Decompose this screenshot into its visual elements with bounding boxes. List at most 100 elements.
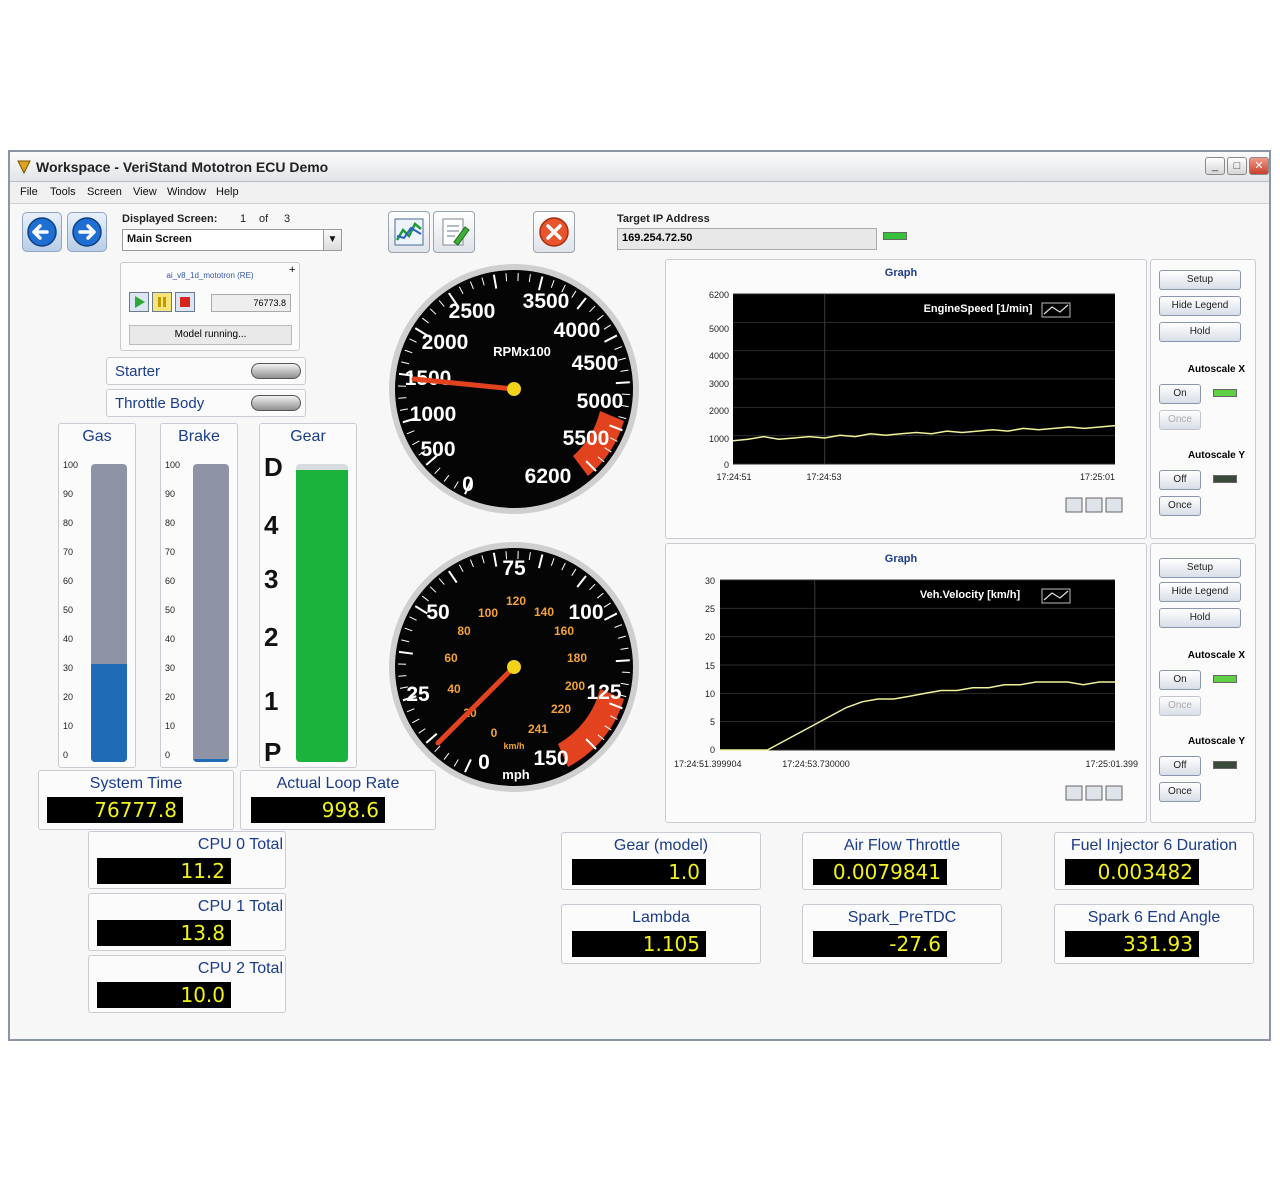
cpu-panel: CPU 2 Total 10.0 — [88, 955, 286, 1013]
y-tick: 5 — [710, 717, 715, 727]
cpu-label: CPU 1 Total — [197, 898, 283, 915]
zoom-tool-icon[interactable] — [1065, 785, 1083, 801]
gas-slider-track[interactable] — [91, 464, 127, 762]
indicator-value: 0.0079841 — [813, 859, 947, 885]
indicator-label: Spark 6 End Angle — [1087, 909, 1221, 926]
speedo-mph-150: 150 — [533, 747, 568, 770]
autoscale-y-once-button[interactable]: Once — [1159, 782, 1201, 802]
setup-button[interactable]: Setup — [1159, 558, 1241, 578]
zoom-tool-icon[interactable] — [1065, 497, 1083, 513]
y-tick: 0 — [710, 745, 715, 755]
gas-tick: 90 — [63, 489, 74, 499]
brake-slider-panel: Brake 100 90 80 70 60 50 40 30 20 10 0 — [160, 423, 238, 768]
pan-tool-icon[interactable] — [1085, 497, 1103, 513]
gear-indicator-panel: Gear D 4 3 2 1 P — [259, 423, 357, 768]
menu-tools[interactable]: Tools — [50, 186, 76, 198]
indicator-label: Fuel Injector 6 Duration — [1070, 837, 1238, 854]
minimize-button[interactable]: _ — [1205, 157, 1225, 175]
close-window-button[interactable]: ✕ — [1249, 157, 1269, 175]
gear-pos-d: D — [264, 452, 283, 482]
gear-bar-fill — [296, 469, 348, 762]
y-tick: 0 — [724, 460, 729, 470]
speedo-mph-125: 125 — [586, 681, 621, 704]
menu-view[interactable]: View — [133, 186, 157, 198]
screen-select[interactable]: Main Screen ▼ — [122, 229, 342, 251]
throttle-body-toggle[interactable] — [251, 395, 301, 411]
tach-unit: RPMx100 — [493, 344, 551, 359]
autoscale-x-once-button[interactable]: Once — [1159, 410, 1201, 430]
autoscale-y-off-button[interactable]: Off — [1159, 756, 1201, 776]
throttle-body-label: Throttle Body — [115, 395, 205, 412]
screen-of-label: of — [259, 213, 269, 225]
model-name: ai_v8_1d_mototron (RE) — [166, 271, 254, 280]
pin-icon[interactable]: + — [289, 264, 295, 276]
model-status: Model running... — [129, 325, 292, 345]
stop-button[interactable] — [175, 292, 195, 312]
speedo-mph-unit: mph — [502, 767, 530, 782]
throttle-toggle-panel: Throttle Body — [106, 389, 306, 417]
stop-deployment-button[interactable] — [533, 211, 575, 253]
gas-tick: 100 — [63, 460, 79, 470]
arrow-right-icon — [72, 217, 102, 247]
autoscale-x-once-button[interactable]: Once — [1159, 696, 1201, 716]
y-tick: 2000 — [709, 406, 729, 416]
speedo-kmh-180: 180 — [567, 651, 587, 665]
menu-help[interactable]: Help — [216, 186, 239, 198]
autoscale-x-on-button[interactable]: On — [1159, 384, 1201, 404]
document-edit-icon — [442, 218, 470, 246]
graph-palette-tools[interactable] — [1065, 785, 1123, 801]
main-window: Workspace - VeriStand Mototron ECU Demo … — [8, 150, 1271, 1041]
target-ip-field[interactable]: 169.254.72.50 — [617, 228, 877, 250]
system-time-panel: System Time 76777.8 — [38, 770, 234, 830]
tach-label-4000: 4000 — [554, 319, 601, 342]
menu-file[interactable]: File — [20, 186, 38, 198]
pause-button[interactable] — [152, 292, 172, 312]
forward-button[interactable] — [67, 212, 107, 252]
graph-palette-tools[interactable] — [1065, 497, 1123, 513]
series-legend: Veh.Velocity [km/h] — [920, 589, 1021, 601]
menu-screen[interactable]: Screen — [87, 186, 122, 198]
autoscale-y-off-button[interactable]: Off — [1159, 470, 1201, 490]
gear-label: Gear — [290, 428, 326, 445]
speedo-kmh-120: 120 — [506, 594, 526, 608]
gauge-tick — [615, 381, 630, 385]
gas-tick: 80 — [63, 518, 74, 528]
indicator-panel: Gear (model) 1.0 — [561, 832, 761, 890]
menu-window[interactable]: Window — [167, 186, 206, 198]
cursor-tool-icon[interactable] — [1105, 497, 1123, 513]
play-button[interactable] — [129, 292, 149, 312]
brake-label: Brake — [178, 428, 220, 445]
screen-total: 3 — [284, 213, 291, 225]
hold-button[interactable]: Hold — [1159, 608, 1241, 628]
speedo-kmh-60: 60 — [444, 651, 458, 665]
starter-toggle[interactable] — [251, 363, 301, 379]
x-tick: 17:24:53.730000 — [782, 759, 850, 769]
graph-tool-button[interactable] — [388, 211, 430, 253]
brake-slider-track[interactable] — [193, 464, 229, 762]
tach-label-2000: 2000 — [422, 331, 469, 354]
pan-tool-icon[interactable] — [1085, 785, 1103, 801]
hold-button[interactable]: Hold — [1159, 322, 1241, 342]
y-tick: 3000 — [709, 379, 729, 389]
hide-legend-button[interactable]: Hide Legend — [1159, 582, 1241, 602]
cpu-label: CPU 0 Total — [197, 836, 283, 853]
autoscale-x-on-button[interactable]: On — [1159, 670, 1201, 690]
hide-legend-button[interactable]: Hide Legend — [1159, 296, 1241, 316]
indicator-panel: Lambda 1.105 — [561, 904, 761, 964]
loop-rate-value: 998.6 — [251, 797, 385, 823]
cursor-tool-icon[interactable] — [1105, 785, 1123, 801]
edit-tool-button[interactable] — [433, 211, 475, 253]
back-button[interactable] — [22, 212, 62, 252]
x-tick: 17:24:53 — [806, 472, 841, 482]
maximize-button[interactable]: □ — [1227, 157, 1247, 175]
screen-select-value: Main Screen — [127, 233, 192, 245]
model-control-panel: ai_v8_1d_mototron (RE) + 76773.8 Model r… — [120, 262, 300, 351]
indicator-label: Gear (model) — [613, 837, 709, 854]
gas-slider-panel: Gas 100 90 80 70 60 50 40 30 20 10 0 — [58, 423, 136, 768]
speedo-kmh-140: 140 — [534, 605, 554, 619]
y-tick: 25 — [705, 604, 715, 614]
cpu-panel: CPU 0 Total 11.2 — [88, 831, 286, 889]
setup-button[interactable]: Setup — [1159, 270, 1241, 290]
autoscale-y-once-button[interactable]: Once — [1159, 496, 1201, 516]
title-bar: Workspace - VeriStand Mototron ECU Demo … — [10, 152, 1269, 182]
